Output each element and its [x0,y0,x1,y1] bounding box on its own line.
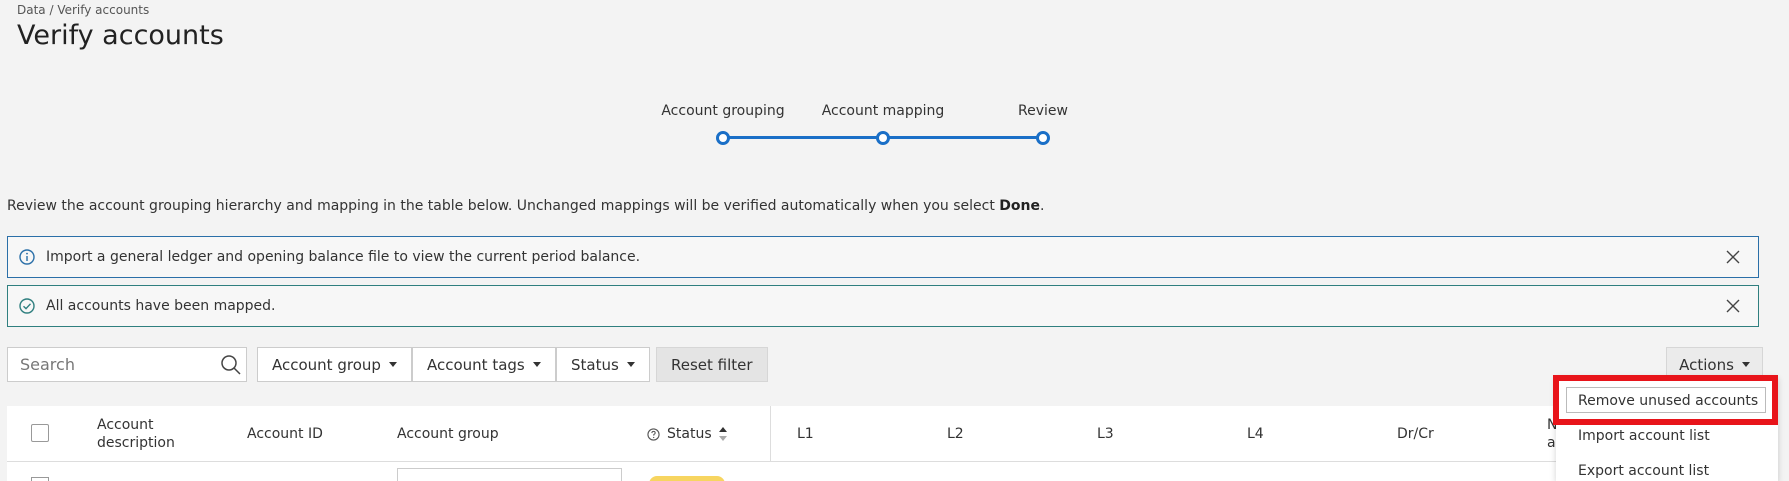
step-node-account-grouping[interactable] [716,131,730,145]
table-header: Account description Account ID Account g… [7,406,1759,481]
intro-end: . [1040,198,1045,214]
menu-item-label: Export account list [1578,463,1710,479]
menu-item-label: Remove unused accounts [1578,393,1759,409]
reset-filter-label: Reset filter [671,355,753,374]
search-icon[interactable] [220,354,242,376]
info-banner-text: Import a general ledger and opening bala… [46,249,641,265]
account-tags-filter-label: Account tags [427,355,525,374]
intro-text: Review the account grouping hierarchy an… [7,198,1044,214]
chevron-down-icon [626,362,635,367]
menu-item-remove-unused-accounts[interactable]: Remove unused accounts [1556,386,1778,416]
info-icon [18,248,36,266]
account-group-input[interactable] [397,468,622,481]
search-box [7,347,247,382]
sort-icon[interactable] [718,426,728,442]
status-badge [649,476,725,481]
step-label-account-grouping[interactable]: Account grouping [661,103,784,119]
status-filter[interactable]: Status [556,347,650,382]
col-l2[interactable]: L2 [947,406,964,462]
table-row [7,462,1759,481]
close-icon[interactable] [1722,295,1744,317]
col-l3[interactable]: L3 [1097,406,1114,462]
intro-done: Done [999,198,1040,214]
search-input[interactable] [8,348,220,381]
account-group-filter[interactable]: Account group [257,347,412,382]
step-label-account-mapping[interactable]: Account mapping [822,103,945,119]
step-label-review[interactable]: Review [1018,103,1068,119]
select-all-checkbox[interactable] [31,424,49,442]
col-account-group[interactable]: Account group [397,406,499,462]
col-l4[interactable]: L4 [1247,406,1264,462]
chevron-down-icon [388,362,397,367]
breadcrumb: Data / Verify accounts [17,3,150,17]
success-banner-text: All accounts have been mapped. [46,298,276,314]
chevron-down-icon [1741,362,1750,367]
menu-item-label: Import account list [1578,428,1710,444]
reset-filter-button[interactable]: Reset filter [656,347,768,382]
page-title: Verify accounts [17,20,224,51]
col-status-label: Status [667,426,712,442]
chevron-down-icon [532,362,541,367]
actions-menu: Remove unused accounts Import account li… [1556,376,1778,481]
intro-main: Review the account grouping hierarchy an… [7,198,1000,214]
menu-item-import-account-list[interactable]: Import account list [1556,421,1778,451]
success-banner: All accounts have been mapped. [7,285,1759,327]
actions-label: Actions [1679,355,1734,374]
col-l1[interactable]: L1 [797,406,814,462]
help-icon[interactable] [647,427,660,441]
step-node-account-mapping[interactable] [876,131,890,145]
close-icon[interactable] [1722,246,1744,268]
info-banner: Import a general ledger and opening bala… [7,236,1759,278]
col-status[interactable]: Status [647,406,728,462]
step-node-review[interactable] [1036,131,1050,145]
row-checkbox[interactable] [31,477,49,481]
status-filter-label: Status [571,355,619,374]
menu-item-export-account-list[interactable]: Export account list [1556,456,1778,481]
col-account-description[interactable]: Account description [97,406,207,462]
col-account-id[interactable]: Account ID [247,406,323,462]
account-group-filter-label: Account group [272,355,381,374]
account-tags-filter[interactable]: Account tags [412,347,556,382]
col-drcr[interactable]: Dr/Cr [1397,406,1434,462]
check-circle-icon [18,297,36,315]
